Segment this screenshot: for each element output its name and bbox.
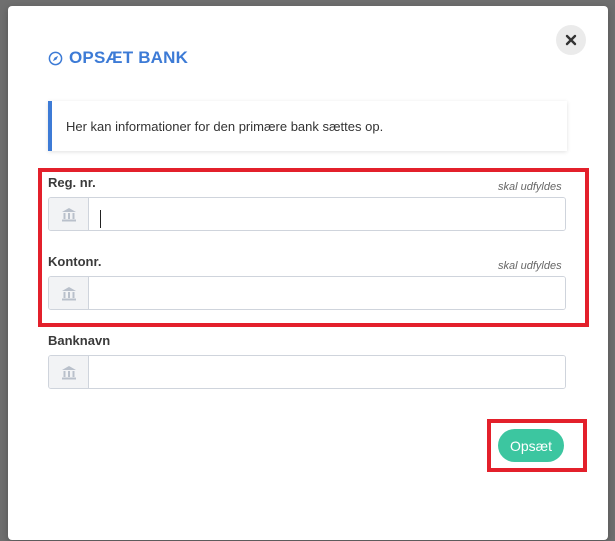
compass-icon <box>48 51 63 65</box>
info-text: Her kan informationer for den primære ba… <box>66 118 384 134</box>
banknavn-input-group <box>48 355 566 389</box>
dialog-title: OPSÆT BANK <box>69 48 189 67</box>
kontonr-required-hint: skal udfyldes <box>498 260 562 272</box>
reg-nr-input[interactable] <box>89 198 565 230</box>
info-callout: Her kan informationer for den primære ba… <box>48 101 567 151</box>
reg-nr-required-hint: skal udfyldes <box>498 181 562 193</box>
banknavn-input[interactable] <box>89 356 565 388</box>
dialog-header: OPSÆT BANK <box>48 48 188 68</box>
close-icon <box>565 34 577 46</box>
reg-nr-label: Reg. nr. <box>48 175 96 190</box>
banknavn-label: Banknavn <box>48 333 111 348</box>
bank-icon <box>61 286 76 300</box>
bank-icon <box>61 365 76 379</box>
reg-nr-addon <box>49 198 89 230</box>
submit-button[interactable]: Opsæt <box>498 429 564 462</box>
kontonr-label: Kontonr. <box>48 254 102 269</box>
kontonr-input-group <box>48 276 566 310</box>
text-cursor <box>100 210 101 228</box>
kontonr-addon <box>49 277 89 309</box>
reg-nr-input-group <box>48 197 566 231</box>
setup-bank-dialog: OPSÆT BANK Her kan informationer for den… <box>8 6 608 540</box>
bank-icon <box>61 207 76 221</box>
banknavn-addon <box>49 356 89 388</box>
kontonr-input[interactable] <box>89 277 565 309</box>
close-button[interactable] <box>556 25 586 55</box>
